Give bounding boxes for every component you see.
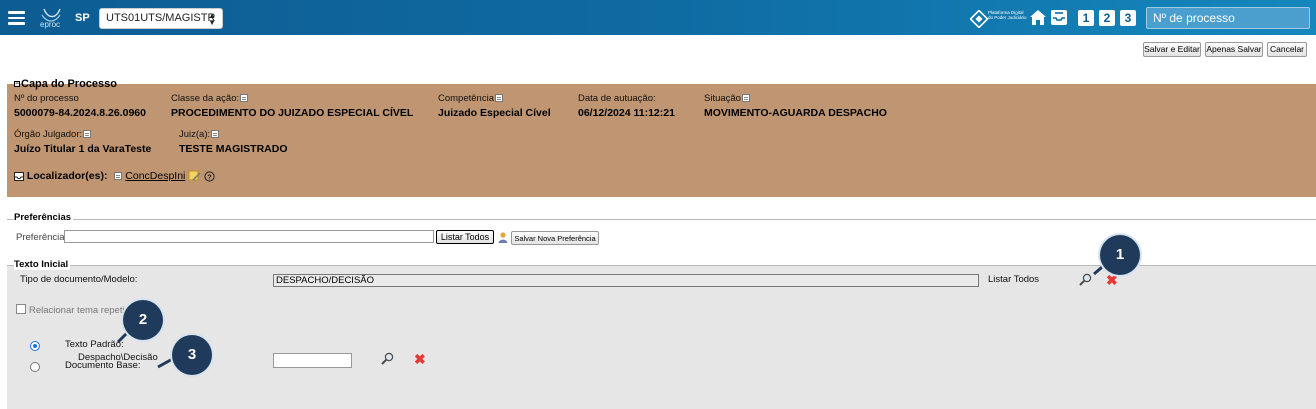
court-value: Juízo Titular 1 da VaraTeste [14, 143, 152, 155]
initial-text-legend: Texto Inicial [14, 259, 71, 270]
locator-row: Localizador(es): ConcDespIni ? [14, 170, 215, 182]
preference-label: Preferência: [16, 232, 68, 243]
info-icon[interactable] [114, 172, 123, 181]
relacionar-tema-checkbox[interactable] [16, 304, 26, 314]
list-all-preferences-button[interactable]: Listar Todos [436, 230, 494, 244]
collapse-icon[interactable]: − [14, 81, 20, 88]
competence-value: Juizado Especial Cível [438, 107, 551, 119]
status-label: Situação [704, 93, 750, 104]
texto-padrao-radio[interactable] [30, 341, 40, 351]
process-number-label: Nº do processo [14, 93, 79, 104]
shortcut-1-button[interactable]: 1 [1078, 10, 1094, 26]
unit-select[interactable]: UTS01UTS/MAGISTR ▲ ▼ [99, 8, 223, 29]
help-icon[interactable]: ? [204, 171, 215, 182]
list-all-templates-link[interactable]: Listar Todos [988, 274, 1039, 285]
judge-value: TESTE MAGISTRADO [179, 143, 288, 155]
logo-text: eproc [40, 20, 61, 29]
preferences-legend: Preferências [14, 212, 74, 223]
save-new-preference-button[interactable]: Salvar Nova Preferência [511, 231, 599, 245]
cancel-button[interactable]: Cancelar [1267, 42, 1307, 57]
court-label: Órgão Julgador: [14, 129, 92, 140]
save-and-edit-button[interactable]: Salvar e Editar [1143, 42, 1201, 57]
process-number-value: 5000079-84.2024.8.26.0960 [14, 107, 146, 119]
process-cover-title[interactable]: − Capa do Processo [14, 78, 117, 90]
documento-base-input[interactable] [273, 353, 352, 368]
inbox-tray-icon[interactable] [1050, 9, 1068, 26]
shortcut-2-button[interactable]: 2 [1099, 10, 1115, 26]
status-value: MOVIMENTO-AGUARDA DESPACHO [704, 107, 887, 119]
preference-input[interactable] [64, 230, 434, 243]
info-icon[interactable] [240, 94, 249, 103]
texto-padrao-label: Texto Padrão: [65, 339, 124, 350]
process-number-placeholder: Nº de processo [1153, 11, 1235, 25]
pdpj-text: Plataforma Digital do Poder Judiciário [988, 10, 1027, 20]
save-only-button[interactable]: Apenas Salvar [1205, 42, 1263, 57]
tray-icon [14, 171, 24, 181]
info-icon[interactable] [83, 130, 92, 139]
menu-icon[interactable] [8, 11, 25, 25]
search-icon[interactable] [381, 352, 394, 365]
locator-label: Localizador(es): [26, 170, 108, 182]
home-icon[interactable] [1029, 9, 1047, 26]
action-class-value: PROCEDIMENTO DO JUIZADO ESPECIAL CÍVEL [171, 107, 414, 119]
competence-label: Competência [438, 93, 503, 104]
shortcut-3-button[interactable]: 3 [1120, 10, 1136, 26]
state-label: SP [75, 12, 90, 24]
filing-date-label: Data de autuação: [578, 93, 656, 104]
callout-3-badge: 3 [172, 335, 212, 375]
locator-link[interactable]: ConcDespIni [125, 170, 185, 182]
info-icon[interactable] [211, 130, 220, 139]
top-bar: eproc SP UTS01UTS/MAGISTR ▲ ▼ Plataforma … [0, 0, 1316, 35]
user-icon [498, 232, 508, 243]
action-class-label: Classe da ação: [171, 93, 249, 104]
document-type-label: Tipo de documento/Modelo: [20, 274, 138, 285]
documento-base-label: Documento Base: [65, 360, 141, 371]
documento-base-radio[interactable] [30, 362, 40, 372]
filing-date-value: 06/12/2024 11:12:21 [578, 107, 675, 119]
callout-2-badge: 2 [123, 300, 163, 340]
callout-1-badge: 1 [1100, 235, 1140, 275]
unit-select-value: UTS01UTS/MAGISTR [106, 12, 216, 24]
info-icon[interactable] [741, 94, 750, 103]
info-icon[interactable] [494, 94, 503, 103]
clear-icon[interactable]: ✖ [414, 352, 426, 366]
judge-label: Juiz(a): [179, 129, 220, 140]
select-caret-icon: ▲ ▼ [208, 11, 216, 27]
document-type-field[interactable]: DESPACHO/DECISÃO [273, 274, 979, 287]
process-number-input[interactable]: Nº de processo [1146, 7, 1310, 29]
edit-note-icon[interactable] [188, 170, 201, 182]
search-icon[interactable] [1079, 273, 1092, 286]
svg-text:?: ? [208, 174, 212, 181]
